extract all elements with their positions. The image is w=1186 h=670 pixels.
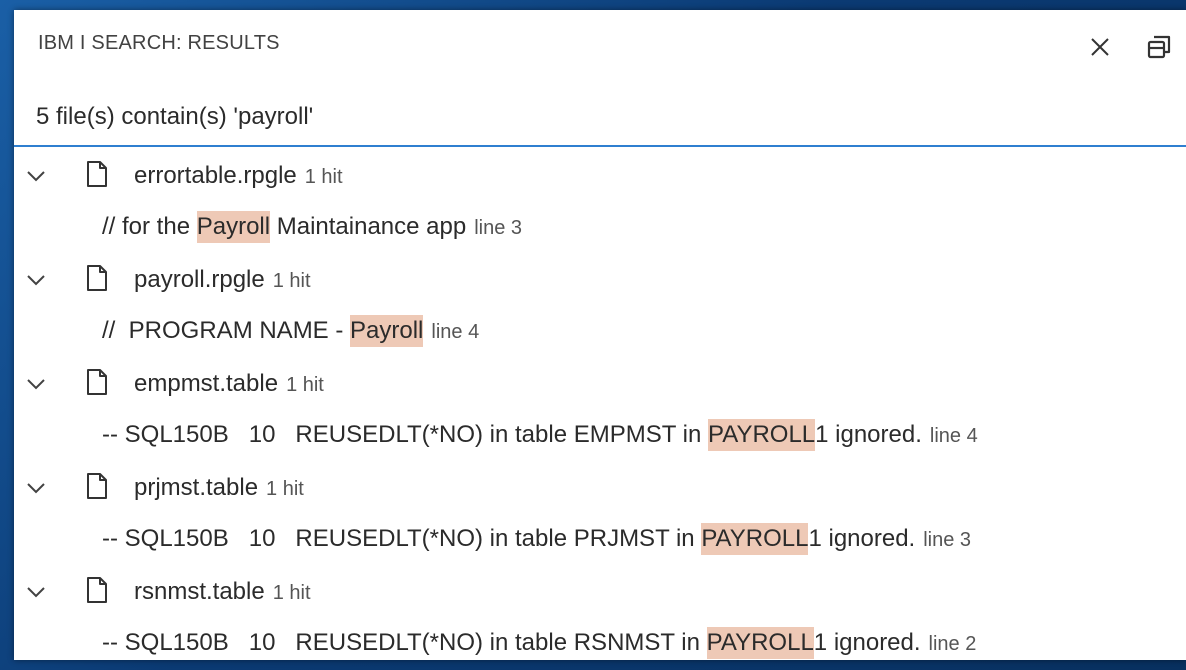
match-row[interactable]: -- SQL150B 10 REUSEDLT(*NO) in table RSN… — [14, 619, 1186, 660]
line-number: line 3 — [474, 217, 523, 239]
match-text-before: // PROGRAM NAME - — [102, 317, 351, 344]
header-divider — [14, 145, 1186, 147]
file-row[interactable]: empmst.table 1 hit — [14, 359, 1186, 411]
match-highlight: PAYROLL — [706, 627, 814, 659]
window-background: IBM I SEARCH: RESULTS 5 file(s) contain(… — [0, 0, 1186, 670]
file-row[interactable]: rsnmst.table 1 hit — [14, 567, 1186, 619]
file-row[interactable]: prjmst.table 1 hit — [14, 463, 1186, 515]
chevron-down-icon[interactable] — [24, 580, 48, 604]
file-icon — [87, 473, 107, 499]
hit-count: 1 hit — [286, 374, 324, 396]
match-text-after: Maintainance app — [270, 213, 467, 240]
file-icon — [87, 161, 107, 187]
chevron-down-icon[interactable] — [24, 268, 48, 292]
results-tree: errortable.rpgle 1 hit // for the Payroll… — [14, 151, 1186, 660]
file-name: errortable.rpgle — [134, 162, 297, 189]
line-number: line 4 — [431, 321, 480, 343]
restore-window-icon — [1147, 35, 1171, 59]
search-results-panel: IBM I SEARCH: RESULTS 5 file(s) contain(… — [14, 10, 1186, 660]
match-text-after: 1 ignored. — [815, 421, 922, 448]
file-name: rsnmst.table — [134, 578, 265, 605]
close-button[interactable] — [1083, 30, 1117, 64]
line-number: line 4 — [929, 425, 978, 447]
match-highlight: Payroll — [350, 315, 424, 347]
hit-count: 1 hit — [272, 270, 311, 292]
match-highlight: Payroll — [196, 211, 271, 243]
match-row[interactable]: // PROGRAM NAME - Payroll line 4 — [14, 307, 1186, 359]
panel-title: IBM I SEARCH: RESULTS — [38, 32, 280, 54]
match-row[interactable]: // for the Payroll Maintainance app line … — [14, 203, 1186, 255]
results-summary: 5 file(s) contain(s) 'payroll' — [36, 103, 314, 130]
file-row[interactable]: payroll.rpgle 1 hit — [14, 255, 1186, 307]
line-number: line 2 — [928, 633, 977, 655]
match-text-before: // for the — [102, 213, 197, 240]
hit-count: 1 hit — [266, 478, 304, 500]
file-name: payroll.rpgle — [134, 266, 265, 293]
match-row[interactable]: -- SQL150B 10 REUSEDLT(*NO) in table PRJ… — [14, 515, 1186, 567]
line-number: line 3 — [923, 529, 972, 551]
file-name: empmst.table — [134, 370, 279, 397]
match-text-before: -- SQL150B 10 REUSEDLT(*NO) in table PRJ… — [102, 525, 702, 552]
match-text-before: -- SQL150B 10 REUSEDLT(*NO) in table EMP… — [102, 421, 708, 448]
chevron-down-icon[interactable] — [24, 476, 48, 500]
match-text-after: 1 ignored. — [808, 525, 916, 552]
match-text-before: -- SQL150B 10 REUSEDLT(*NO) in table RSN… — [102, 629, 707, 656]
match-highlight: PAYROLL — [707, 419, 816, 451]
file-icon — [87, 265, 107, 291]
hit-count: 1 hit — [272, 582, 311, 604]
file-row[interactable]: errortable.rpgle 1 hit — [14, 151, 1186, 203]
file-icon — [87, 577, 107, 603]
file-icon — [87, 369, 107, 395]
match-highlight: PAYROLL — [701, 523, 809, 555]
match-row[interactable]: -- SQL150B 10 REUSEDLT(*NO) in table EMP… — [14, 411, 1186, 463]
hit-count: 1 hit — [304, 166, 343, 188]
chevron-down-icon[interactable] — [24, 164, 48, 188]
panel-header: IBM I SEARCH: RESULTS — [14, 10, 1186, 80]
restore-button[interactable] — [1142, 30, 1176, 64]
file-name: prjmst.table — [134, 474, 259, 501]
match-text-after: 1 ignored. — [813, 629, 921, 656]
chevron-down-icon[interactable] — [24, 372, 48, 396]
close-icon — [1091, 38, 1109, 56]
